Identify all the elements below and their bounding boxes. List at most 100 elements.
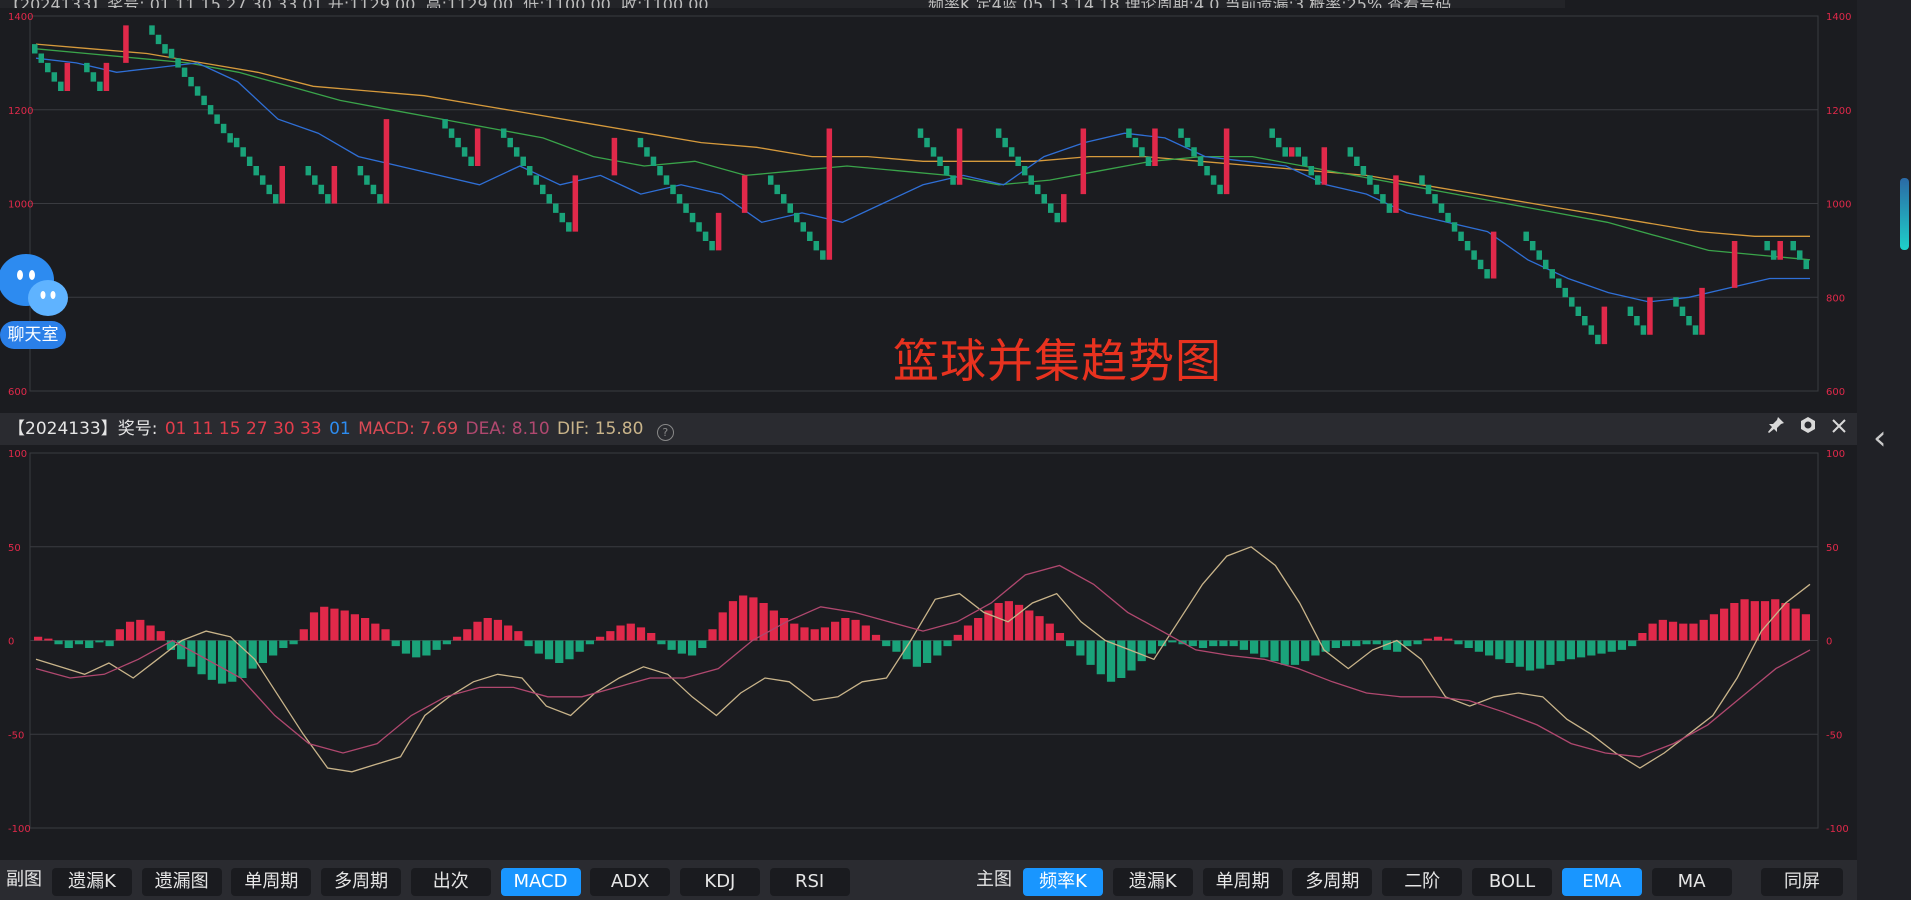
down-brick: [1686, 316, 1692, 326]
help-icon[interactable]: ?: [656, 424, 674, 441]
macd-bar-positive: [831, 621, 840, 641]
down-brick: [1380, 194, 1386, 204]
macd-bar-negative: [544, 640, 554, 660]
down-brick: [357, 166, 364, 176]
sync-screen-button[interactable]: 同屏: [1761, 868, 1843, 896]
macd-bar-negative: [1372, 640, 1381, 645]
macd-bar-positive: [1668, 621, 1678, 641]
macd-bar-negative: [1290, 640, 1300, 665]
up-brick: [123, 25, 129, 63]
macd-bar-negative: [1587, 640, 1596, 656]
down-brick: [1034, 184, 1041, 195]
down-brick: [1048, 203, 1054, 213]
down-brick: [38, 53, 45, 63]
down-brick: [937, 156, 943, 166]
sub-button-0[interactable]: 遗漏K: [52, 868, 132, 896]
macd-bar-negative: [74, 640, 84, 645]
main-button-1[interactable]: 遗漏K: [1112, 868, 1193, 896]
main-button-7[interactable]: MA: [1651, 868, 1732, 896]
macd-bar-positive: [483, 618, 492, 641]
macd-bar-negative: [667, 640, 676, 650]
sub-button-8[interactable]: RSI: [769, 868, 850, 896]
down-brick: [1770, 250, 1777, 260]
up-brick: [826, 128, 833, 260]
down-brick: [637, 137, 644, 148]
down-brick: [1542, 259, 1549, 270]
down-brick: [1529, 241, 1536, 251]
main-button-4[interactable]: 二阶: [1382, 868, 1463, 896]
down-brick: [84, 62, 90, 73]
sub-y-tick-right: 100: [1826, 449, 1845, 460]
sub-button-7[interactable]: KDJ: [679, 868, 760, 896]
macd-bar-negative: [1331, 640, 1340, 648]
down-brick: [1008, 147, 1015, 157]
macd-bar-positive: [790, 623, 799, 641]
down-brick: [266, 184, 272, 195]
main-button-6[interactable]: EMA: [1561, 868, 1642, 896]
down-brick: [259, 175, 266, 185]
chevron-left-icon[interactable]: ‹: [1873, 418, 1887, 458]
main-button-3[interactable]: 多周期: [1292, 868, 1373, 896]
sub-button-1[interactable]: 遗漏图: [141, 868, 222, 896]
down-brick: [787, 203, 793, 213]
down-brick: [1184, 137, 1191, 148]
macd-bar-negative: [1607, 640, 1616, 652]
down-brick: [507, 137, 513, 148]
macd-bar-positive: [136, 619, 145, 641]
macd-bar-positive: [493, 619, 503, 641]
sub-button-3[interactable]: 多周期: [321, 868, 402, 896]
sub-button-4[interactable]: 出次: [410, 868, 491, 896]
macd-bar-positive: [728, 601, 738, 641]
down-brick: [663, 175, 670, 185]
macd-bar-negative: [698, 640, 707, 648]
down-brick: [780, 194, 787, 204]
down-brick: [950, 175, 956, 185]
macd-bar-positive: [1014, 604, 1024, 641]
macd-bar-negative: [1239, 640, 1248, 650]
main-button-0[interactable]: 频率K: [1023, 868, 1103, 896]
macd-bar-positive: [739, 595, 748, 641]
macd-bar-negative: [1198, 640, 1208, 648]
up-brick: [1288, 147, 1295, 157]
macd-bar-negative: [555, 640, 564, 663]
macd-bar-negative: [1413, 640, 1422, 645]
macd-bar-positive: [749, 597, 758, 641]
macd-bar-negative: [1311, 640, 1320, 656]
macd-bar-negative: [1556, 640, 1565, 662]
pin-icon[interactable]: [1767, 413, 1785, 445]
chat-room-widget[interactable]: 聊天室: [0, 250, 70, 354]
main-y-tick-right: 1000: [1826, 200, 1851, 211]
down-brick: [455, 137, 461, 148]
macd-bar-positive: [125, 621, 135, 641]
macd-bar-negative: [64, 640, 73, 648]
down-brick: [1458, 231, 1464, 241]
macd-bar-negative: [1536, 640, 1545, 669]
down-brick: [305, 166, 312, 176]
down-brick: [1360, 166, 1367, 176]
settings-icon[interactable]: [1799, 413, 1817, 445]
down-brick: [1523, 231, 1529, 241]
main-button-2[interactable]: 单周期: [1202, 868, 1283, 896]
up-brick: [474, 128, 481, 166]
macd-bar-positive: [340, 610, 349, 641]
macd-bar-negative: [1137, 640, 1146, 662]
vertical-scrollbar[interactable]: [1900, 178, 1909, 250]
up-brick: [1152, 128, 1158, 166]
macd-bar-positive: [626, 623, 635, 641]
sub-y-tick-left: 100: [8, 449, 27, 460]
main-button-5[interactable]: BOLL: [1472, 868, 1552, 896]
up-brick: [383, 119, 390, 204]
sub-button-6[interactable]: ADX: [590, 868, 671, 896]
close-icon[interactable]: [1831, 413, 1847, 445]
macd-bar-positive: [1045, 623, 1054, 641]
main-y-tick-left: 1400: [8, 12, 33, 23]
sub-button-2[interactable]: 单周期: [231, 868, 312, 896]
down-brick: [1549, 269, 1555, 279]
macd-bar-negative: [1485, 640, 1494, 656]
macd-bar-positive: [1801, 614, 1810, 641]
down-brick: [917, 128, 924, 138]
main-y-tick-left: 1200: [8, 106, 33, 117]
down-brick: [689, 212, 696, 223]
period-label: 【2024133】奖号:: [8, 419, 158, 439]
sub-button-5[interactable]: MACD: [500, 868, 581, 896]
